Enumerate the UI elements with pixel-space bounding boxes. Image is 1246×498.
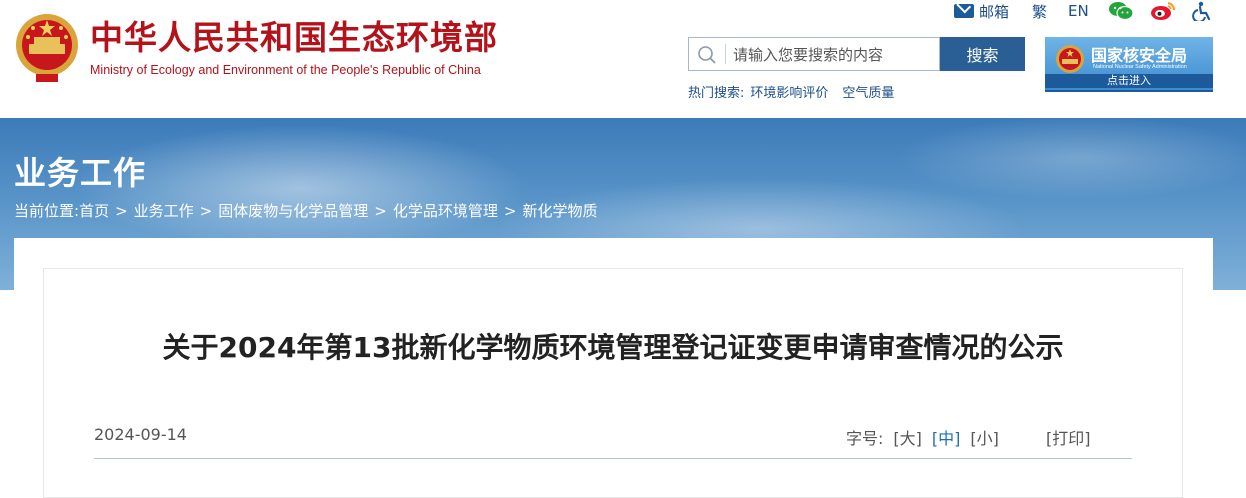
- hot-search-term[interactable]: 空气质量: [842, 82, 894, 101]
- mail-link[interactable]: 邮箱: [954, 0, 1009, 22]
- publish-date: 2024-09-14: [94, 425, 187, 444]
- font-size-medium-button[interactable]: [中]: [932, 425, 961, 449]
- search-input[interactable]: [731, 41, 935, 69]
- search-button[interactable]: 搜索: [940, 37, 1025, 71]
- nnsa-emblem-icon: [1056, 45, 1084, 73]
- accessibility-icon[interactable]: [1192, 0, 1212, 22]
- mail-label: 邮箱: [979, 2, 1010, 21]
- breadcrumb: 当前位置: 首页 > 业务工作 > 固体废物与化学品管理 > 化学品环境管理 >…: [14, 200, 597, 221]
- font-size-controls: 字号: [大] [中] [小]: [846, 425, 999, 449]
- article-title: 关于2024年第13批新化学物质环境管理登记证变更申请审查情况的公示: [162, 331, 1064, 364]
- nnsa-banner-link[interactable]: 国家核安全局 National Nuclear Safety Administr…: [1045, 37, 1213, 92]
- search-box: [688, 37, 940, 71]
- site-title[interactable]: 中华人民共和国生态环境部: [90, 18, 498, 58]
- breadcrumb-separator: >: [374, 201, 387, 220]
- meta-divider: [94, 458, 1132, 459]
- nnsa-subtitle: National Nuclear Safety Administration: [1093, 64, 1187, 70]
- weibo-icon[interactable]: [1150, 0, 1176, 22]
- breadcrumb-separator: >: [199, 201, 213, 220]
- font-size-large-button[interactable]: [大]: [893, 425, 922, 449]
- nnsa-enter-label: 点击进入: [1045, 74, 1213, 88]
- mail-icon: [954, 4, 974, 18]
- english-link[interactable]: EN: [1068, 0, 1089, 22]
- print-button[interactable]: [打印]: [1046, 425, 1091, 449]
- breadcrumb-label: 当前位置:: [14, 202, 80, 220]
- breadcrumb-business[interactable]: 业务工作: [134, 200, 194, 221]
- font-size-small-button[interactable]: [小]: [970, 425, 999, 449]
- search-divider: [725, 44, 726, 64]
- breadcrumb-new-chemicals[interactable]: 新化学物质: [522, 200, 597, 221]
- nnsa-title: 国家核安全局: [1091, 46, 1188, 65]
- hot-searches: 热门搜索: 环境影响评价 空气质量: [688, 82, 894, 101]
- hot-search-term[interactable]: 环境影响评价: [750, 82, 828, 101]
- breadcrumb-solid-waste[interactable]: 固体废物与化学品管理: [218, 200, 368, 221]
- hot-search-label: 热门搜索:: [688, 86, 745, 101]
- article-panel: [43, 268, 1183, 498]
- breadcrumb-home[interactable]: 首页: [79, 200, 109, 221]
- wechat-icon[interactable]: [1108, 0, 1134, 22]
- traditional-chinese-link[interactable]: 繁: [1032, 0, 1047, 22]
- section-title: 业务工作: [14, 154, 147, 192]
- breadcrumb-separator: >: [115, 201, 128, 220]
- font-size-label: 字号:: [846, 429, 884, 448]
- site-header: 中华人民共和国生态环境部 Ministry of Ecology and Env…: [0, 0, 1246, 118]
- national-emblem-icon[interactable]: [14, 12, 80, 84]
- site-subtitle: Ministry of Ecology and Environment of t…: [90, 63, 481, 77]
- breadcrumb-separator: >: [503, 201, 517, 220]
- breadcrumb-chemicals[interactable]: 化学品环境管理: [393, 200, 498, 221]
- search-icon: [698, 46, 716, 64]
